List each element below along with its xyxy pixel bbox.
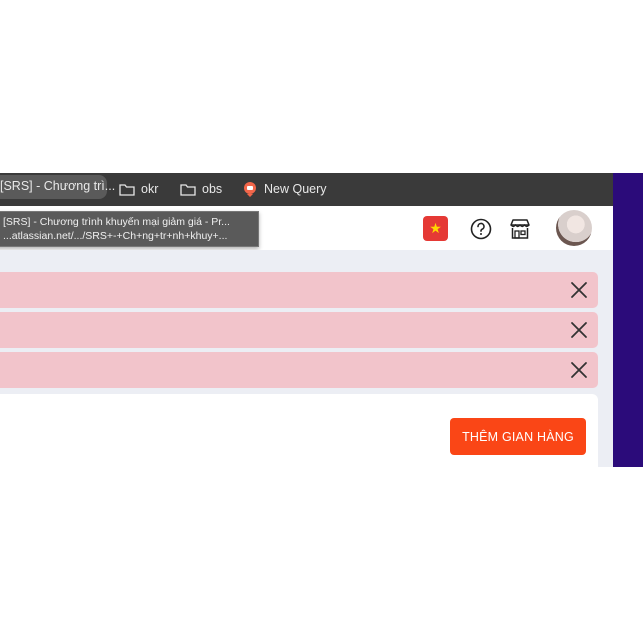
bookmark-okr-label: okr: [141, 182, 159, 196]
close-icon[interactable]: [570, 361, 588, 379]
alert-banner: [0, 352, 598, 388]
app-header: [SRS] - Chương trình khuyến mại giảm giá…: [0, 206, 613, 250]
store-card: THÊM GIAN HÀNG: [0, 394, 598, 467]
bookmarks-bar: [SRS] - Chương trì... okr obs New Query: [0, 173, 613, 206]
bookmark-srs[interactable]: [SRS] - Chương trì...: [0, 175, 115, 199]
tooltip-url: ...atlassian.net/.../SRS+-+Ch+ng+tr+nh+k…: [3, 230, 228, 242]
bookmark-new-query-label: New Query: [264, 182, 327, 196]
query-icon: [244, 182, 256, 197]
link-tooltip: [SRS] - Chương trình khuyến mại giảm giá…: [0, 211, 259, 247]
bookmark-obs[interactable]: obs: [180, 177, 222, 201]
bookmark-obs-label: obs: [202, 182, 223, 196]
bookmark-new-query[interactable]: New Query: [242, 177, 327, 201]
vietnam-flag-icon[interactable]: ★: [423, 216, 448, 241]
help-circle-icon[interactable]: [470, 218, 492, 240]
bookmark-srs-label: [SRS] - Chương trì...: [0, 179, 116, 193]
alert-banner: [0, 272, 598, 308]
store-icon[interactable]: [509, 218, 531, 240]
folder-icon: [180, 183, 196, 196]
main-content: THÊM GIAN HÀNG: [0, 250, 613, 467]
folder-icon: [119, 183, 135, 196]
close-icon[interactable]: [570, 321, 588, 339]
right-sidebar: [613, 173, 643, 467]
close-icon[interactable]: [570, 281, 588, 299]
alert-banner: [0, 312, 598, 348]
add-store-button[interactable]: THÊM GIAN HÀNG: [450, 418, 586, 455]
tooltip-title: [SRS] - Chương trình khuyến mại giảm giá…: [3, 216, 230, 228]
bookmark-okr[interactable]: okr: [119, 177, 158, 201]
user-avatar[interactable]: [556, 210, 592, 246]
